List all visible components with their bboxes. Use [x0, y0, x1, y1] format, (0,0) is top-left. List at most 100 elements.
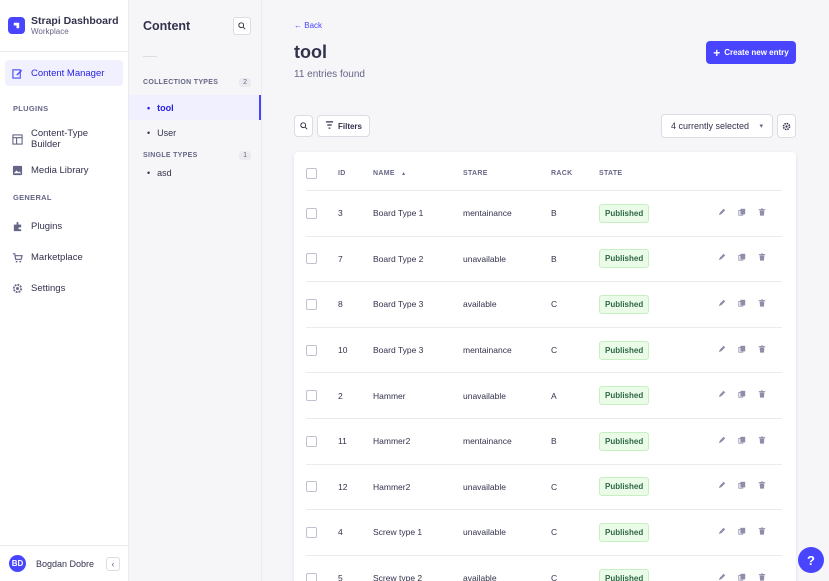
columns-select[interactable]: 4 currently selected ▾: [661, 114, 773, 138]
subnav-item-asd[interactable]: • asd: [129, 162, 261, 184]
subnav-item-tool[interactable]: • tool: [129, 95, 261, 120]
gear-icon: [782, 122, 791, 130]
column-header-state[interactable]: STATE: [599, 170, 709, 177]
row-checkbox[interactable]: [306, 253, 317, 265]
nav-content-type-builder[interactable]: Content-Type Builder: [5, 126, 123, 152]
table-row[interactable]: 12 Hammer2 unavailable C Published: [306, 465, 782, 511]
pencil-icon[interactable]: [718, 299, 726, 310]
cell-stare: mentainance: [463, 345, 512, 356]
table-row[interactable]: 4 Screw type 1 unavailable C Published: [306, 510, 782, 556]
subnav-title: Content: [143, 19, 191, 33]
cart-icon: [12, 252, 23, 263]
cell-id: 8: [338, 299, 343, 310]
pencil-icon[interactable]: [718, 436, 726, 447]
table-row[interactable]: 7 Board Type 2 unavailable B Published: [306, 237, 782, 283]
cell-id: 5: [338, 573, 343, 581]
trash-icon[interactable]: [758, 344, 766, 356]
table-row[interactable]: 10 Board Type 3 mentainance C Published: [306, 328, 782, 374]
nav-settings[interactable]: Settings: [5, 275, 123, 301]
column-header-name[interactable]: NAME ▲: [373, 170, 463, 177]
table-row[interactable]: 3 Board Type 1 mentainance B Published: [306, 191, 782, 237]
duplicate-icon[interactable]: [738, 481, 746, 492]
duplicate-icon[interactable]: [738, 208, 746, 219]
row-checkbox[interactable]: [306, 526, 317, 538]
subnav-item-label: tool: [157, 102, 174, 113]
pencil-icon[interactable]: [718, 527, 726, 538]
row-checkbox[interactable]: [306, 390, 317, 402]
section-label: COLLECTION TYPES: [143, 78, 219, 86]
status-badge: Published: [599, 431, 650, 451]
nav-content-manager[interactable]: Content Manager: [5, 60, 123, 86]
pencil-edit-icon: [12, 68, 23, 79]
status-badge: Published: [599, 340, 650, 360]
filters-label: Filters: [337, 121, 362, 131]
table-row[interactable]: 11 Hammer2 mentainance B Published: [306, 419, 782, 465]
pencil-icon[interactable]: [718, 208, 726, 219]
duplicate-icon[interactable]: [738, 573, 746, 581]
subnav-search-button[interactable]: [233, 17, 251, 35]
pencil-icon[interactable]: [718, 573, 726, 581]
duplicate-icon[interactable]: [738, 299, 746, 310]
nav-plugins[interactable]: Plugins: [5, 213, 123, 239]
trash-icon[interactable]: [758, 390, 766, 401]
cell-rack: C: [551, 299, 558, 310]
pencil-icon[interactable]: [718, 345, 726, 356]
column-header-id[interactable]: ID: [338, 170, 373, 177]
trash-icon[interactable]: [758, 436, 766, 447]
collapse-nav-button[interactable]: ‹: [106, 556, 120, 571]
column-header-rack[interactable]: RACK: [551, 170, 599, 177]
nav-media-library[interactable]: Media Library: [5, 157, 123, 183]
row-checkbox[interactable]: [306, 572, 317, 581]
filters-button[interactable]: Filters: [317, 115, 370, 137]
trash-icon[interactable]: [758, 527, 766, 538]
divider: [143, 56, 157, 57]
select-all-checkbox[interactable]: [306, 168, 317, 179]
brand-subtitle: Workplace: [31, 26, 69, 36]
chevron-down-icon: ▾: [759, 123, 763, 130]
bullet-icon: •: [147, 168, 151, 178]
duplicate-icon[interactable]: [738, 527, 746, 538]
count-badge: 1: [239, 150, 251, 160]
create-entry-button[interactable]: + Create new entry: [706, 41, 796, 64]
trash-icon[interactable]: [758, 481, 766, 492]
subnav-item-user[interactable]: • User: [129, 120, 261, 145]
table-row[interactable]: 8 Board Type 3 available C Published: [306, 282, 782, 328]
nav-section-plugins: PLUGINS: [13, 104, 49, 113]
arrow-left-icon: ←: [294, 21, 305, 30]
row-checkbox[interactable]: [306, 344, 317, 356]
column-header-stare[interactable]: STARE: [463, 170, 551, 177]
table-row[interactable]: 2 Hammer unavailable A Published: [306, 373, 782, 419]
nav-label: Plugins: [31, 220, 63, 232]
cell-id: 4: [338, 527, 343, 538]
collection-types-header[interactable]: COLLECTION TYPES 2: [129, 75, 261, 89]
help-button[interactable]: ?: [798, 547, 824, 573]
row-checkbox[interactable]: [306, 435, 317, 447]
main-content: ← Back tool 11 entries found + Create ne…: [262, 0, 829, 581]
list-settings-button[interactable]: [777, 114, 796, 138]
trash-icon[interactable]: [758, 572, 766, 581]
pencil-icon[interactable]: [718, 481, 726, 492]
duplicate-icon[interactable]: [738, 253, 746, 264]
cell-stare: unavailable: [463, 390, 507, 401]
single-types-header[interactable]: SINGLE TYPES 1: [129, 148, 261, 162]
row-checkbox[interactable]: [306, 207, 317, 219]
table-row[interactable]: 5 Screw type 2 available C Published: [306, 556, 782, 581]
row-checkbox[interactable]: [306, 481, 317, 493]
trash-icon[interactable]: [758, 208, 766, 219]
brand-title: Strapi Dashboard: [31, 14, 119, 27]
cell-rack: C: [551, 481, 558, 492]
duplicate-icon[interactable]: [738, 345, 746, 356]
user-menu[interactable]: BD Bogdan Dobre ‹: [0, 545, 129, 581]
trash-icon[interactable]: [758, 299, 766, 310]
nav-marketplace[interactable]: Marketplace: [5, 244, 123, 270]
duplicate-icon[interactable]: [738, 436, 746, 447]
pencil-icon[interactable]: [718, 390, 726, 401]
cell-name: Hammer2: [373, 481, 411, 492]
back-link[interactable]: ← Back: [294, 21, 322, 30]
pencil-icon[interactable]: [718, 253, 726, 264]
duplicate-icon[interactable]: [738, 390, 746, 401]
table-search-button[interactable]: [294, 115, 313, 137]
row-checkbox[interactable]: [306, 298, 317, 310]
trash-icon[interactable]: [758, 253, 766, 264]
status-badge: Published: [599, 568, 650, 581]
